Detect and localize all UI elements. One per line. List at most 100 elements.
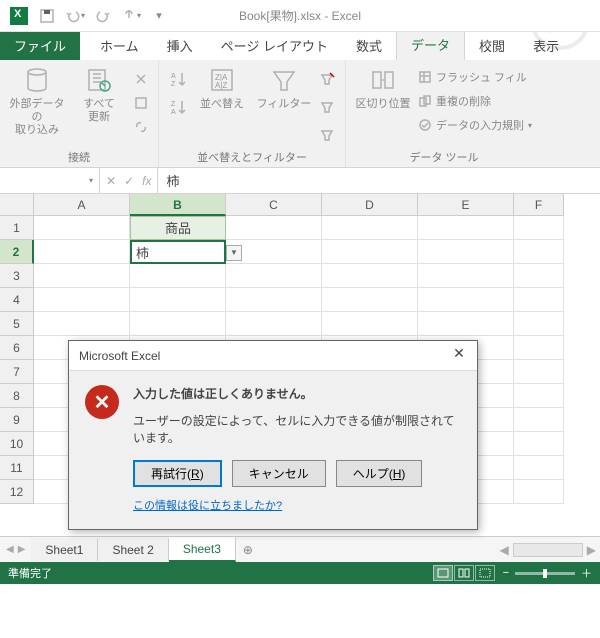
tab-insert[interactable]: 挿入 — [153, 31, 207, 60]
cancel-button[interactable]: キャンセル — [232, 460, 326, 487]
cell[interactable] — [226, 312, 322, 336]
cell[interactable] — [34, 240, 130, 264]
cancel-formula-icon[interactable]: ✕ — [106, 174, 116, 188]
col-header-a[interactable]: A — [34, 194, 130, 216]
properties-button[interactable] — [132, 92, 150, 114]
cell[interactable] — [418, 216, 514, 240]
refresh-all-button[interactable]: すべて 更新 — [70, 64, 128, 124]
zoom-in-button[interactable]: ＋ — [581, 565, 592, 581]
filter-button[interactable]: フィルター — [255, 64, 313, 111]
qat-customize-button[interactable]: ▾ — [146, 4, 172, 28]
fx-icon[interactable]: fx — [142, 174, 151, 188]
row-header-4[interactable]: 4 — [0, 288, 34, 312]
cell[interactable] — [514, 264, 564, 288]
remove-duplicates-button[interactable]: 重複の削除 — [416, 90, 534, 112]
cell[interactable] — [514, 216, 564, 240]
cell[interactable] — [514, 240, 564, 264]
col-header-d[interactable]: D — [322, 194, 418, 216]
tab-file[interactable]: ファイル — [0, 31, 80, 60]
view-pagebreak-button[interactable] — [475, 565, 495, 581]
feedback-link[interactable]: この情報は役に立ちましたか? — [133, 497, 461, 513]
help-button[interactable]: ヘルプ(H) — [336, 460, 423, 487]
tab-formulas[interactable]: 数式 — [342, 31, 396, 60]
formula-input[interactable]: 柿 — [158, 171, 600, 190]
tab-review[interactable]: 校閲 — [465, 31, 519, 60]
cell[interactable] — [226, 216, 322, 240]
text-to-columns-button[interactable]: 区切り位置 — [354, 64, 412, 111]
clear-filter-button[interactable] — [317, 68, 337, 90]
cell[interactable] — [34, 216, 130, 240]
flash-fill-button[interactable]: フラッシュ フィル — [416, 66, 534, 88]
connections-button[interactable] — [132, 68, 150, 90]
col-header-f[interactable]: F — [514, 194, 564, 216]
row-header-1[interactable]: 1 — [0, 216, 34, 240]
cell[interactable] — [514, 384, 564, 408]
cell-b2[interactable]: 柿▼ — [130, 240, 226, 264]
cell[interactable] — [226, 264, 322, 288]
row-header-7[interactable]: 7 — [0, 360, 34, 384]
sort-asc-button[interactable]: AZ — [167, 68, 189, 90]
select-all-corner[interactable] — [0, 194, 34, 216]
sort-button[interactable]: Z|AA|Z 並べ替え — [193, 64, 251, 111]
touch-mode-button[interactable]: ▾ — [118, 4, 144, 28]
row-header-5[interactable]: 5 — [0, 312, 34, 336]
cell[interactable] — [514, 336, 564, 360]
cell[interactable] — [418, 264, 514, 288]
hscroll-track[interactable] — [513, 543, 583, 557]
retry-button[interactable]: 再試行(R) — [133, 460, 222, 487]
cell[interactable] — [130, 312, 226, 336]
sheet-nav-next[interactable]: ▶ — [18, 544, 26, 555]
row-header-8[interactable]: 8 — [0, 384, 34, 408]
row-header-11[interactable]: 11 — [0, 456, 34, 480]
cell[interactable] — [514, 312, 564, 336]
cell-b1[interactable]: 商品 — [130, 216, 226, 240]
sort-desc-button[interactable]: ZA — [167, 96, 189, 118]
cell[interactable] — [418, 240, 514, 264]
close-button[interactable]: ✕ — [445, 345, 473, 367]
cell[interactable] — [34, 312, 130, 336]
zoom-out-button[interactable]: − — [503, 567, 509, 579]
reapply-button[interactable] — [317, 96, 337, 118]
tab-page-layout[interactable]: ページ レイアウト — [207, 31, 342, 60]
dropdown-arrow-icon[interactable]: ▼ — [226, 245, 242, 261]
cell[interactable] — [130, 264, 226, 288]
cell[interactable] — [418, 312, 514, 336]
col-header-e[interactable]: E — [418, 194, 514, 216]
hscroll-left[interactable]: ◀ — [500, 543, 509, 557]
cell[interactable] — [322, 216, 418, 240]
undo-button[interactable]: ▾ — [62, 4, 88, 28]
name-box[interactable]: ▾ — [0, 168, 100, 193]
save-button[interactable] — [34, 4, 60, 28]
advanced-button[interactable] — [317, 124, 337, 146]
edit-links-button[interactable] — [132, 116, 150, 138]
data-validation-button[interactable]: データの入力規則▾ — [416, 114, 534, 136]
cell[interactable] — [226, 288, 322, 312]
add-sheet-button[interactable]: ⊕ — [236, 543, 260, 557]
row-header-2[interactable]: 2 — [0, 240, 34, 264]
sheet-nav-prev[interactable]: ◀ — [6, 544, 14, 555]
cell[interactable] — [514, 480, 564, 504]
cell[interactable] — [514, 288, 564, 312]
tab-home[interactable]: ホーム — [86, 31, 153, 60]
cell[interactable] — [514, 432, 564, 456]
cell[interactable] — [34, 264, 130, 288]
cell[interactable] — [514, 360, 564, 384]
cell[interactable] — [514, 456, 564, 480]
row-header-6[interactable]: 6 — [0, 336, 34, 360]
cell[interactable] — [418, 288, 514, 312]
cell[interactable] — [322, 288, 418, 312]
cell[interactable] — [322, 312, 418, 336]
row-header-3[interactable]: 3 — [0, 264, 34, 288]
cell[interactable] — [322, 240, 418, 264]
redo-button[interactable] — [90, 4, 116, 28]
hscroll-right[interactable]: ▶ — [587, 543, 596, 557]
col-header-b[interactable]: B — [130, 194, 226, 216]
sheet-tab-1[interactable]: Sheet1 — [31, 538, 98, 561]
col-header-c[interactable]: C — [226, 194, 322, 216]
view-normal-button[interactable] — [433, 565, 453, 581]
row-header-12[interactable]: 12 — [0, 480, 34, 504]
enter-formula-icon[interactable]: ✓ — [124, 174, 134, 188]
row-header-9[interactable]: 9 — [0, 408, 34, 432]
cell[interactable] — [34, 288, 130, 312]
row-header-10[interactable]: 10 — [0, 432, 34, 456]
